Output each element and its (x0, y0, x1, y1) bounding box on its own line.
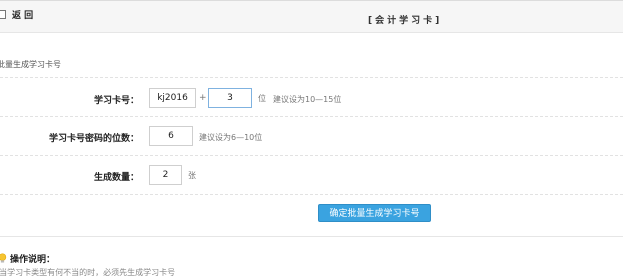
generate-button[interactable]: 确定批量生成学习卡号 (318, 204, 431, 222)
card-digits-input[interactable] (208, 88, 252, 108)
password-digits-label: 学习卡号密码的位数： (48, 134, 139, 144)
divider (0, 194, 623, 195)
page-title: [会计学习卡] (368, 16, 443, 26)
lightbulb-icon (0, 253, 7, 263)
quantity-label: 生成数量： (93, 173, 139, 183)
back-button[interactable]: 返 回 (0, 7, 33, 21)
card-number-label: 学习卡号： (93, 96, 139, 106)
card-prefix-input[interactable] (149, 88, 196, 108)
back-label: 返 回 (12, 10, 34, 21)
notes-line: · 当学习卡类型有何不当的时，必须先生成学习卡号 (0, 268, 176, 277)
notes-title: 操作说明： (0, 252, 55, 265)
card-hint: 建议设为10—15位 (273, 95, 342, 104)
divider (0, 116, 623, 117)
divider (0, 236, 623, 237)
divider (0, 155, 623, 156)
notes-title-text: 操作说明： (10, 255, 56, 265)
plus-sign: + (199, 93, 207, 103)
password-digits-input[interactable] (149, 126, 193, 146)
top-toolbar: 返 回 [会计学习卡] (0, 0, 623, 33)
card-unit: 位 (258, 94, 266, 103)
divider (0, 77, 623, 78)
quantity-unit: 张 (188, 171, 196, 180)
password-digits-hint: 建议设为6—10位 (199, 133, 263, 142)
quantity-input[interactable] (149, 165, 182, 185)
section-title: 批量生成学习卡号 (0, 60, 61, 69)
back-icon (0, 9, 6, 19)
